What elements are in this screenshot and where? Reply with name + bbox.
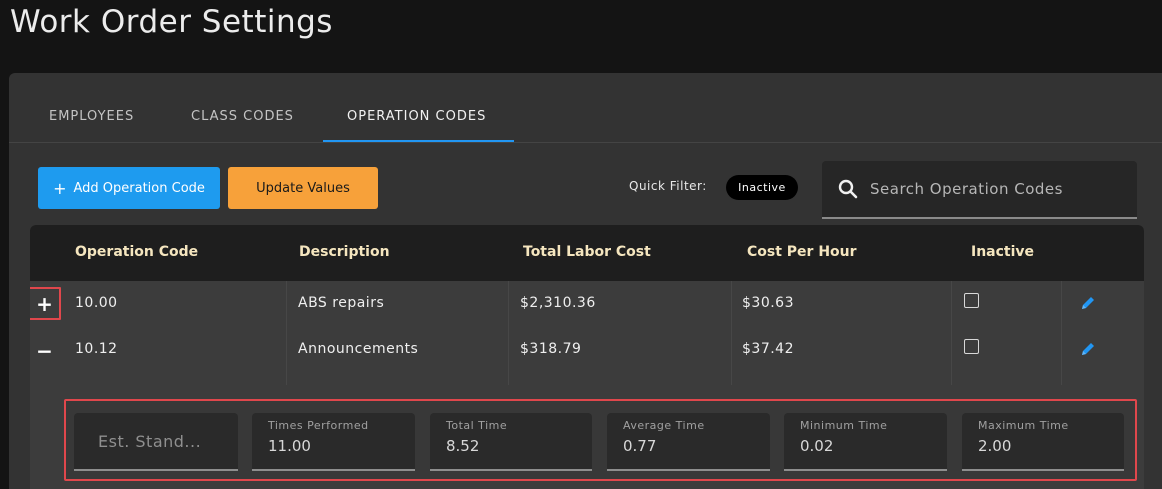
column-header-description[interactable]: Description: [299, 244, 390, 260]
settings-panel: EMPLOYEES CLASS CODES OPERATION CODES + …: [9, 73, 1162, 489]
description-cell: Announcements: [298, 341, 419, 357]
quick-filter-inactive-chip[interactable]: Inactive: [726, 175, 798, 200]
field-label: Minimum Time: [800, 419, 888, 432]
minimum-time-field: Minimum Time 0.02: [784, 413, 947, 471]
table-row[interactable]: + 10.00 ABS repairs $2,310.36 $30.63: [30, 281, 1144, 327]
tab-employees[interactable]: EMPLOYEES: [49, 109, 134, 124]
field-label: Maximum Time: [978, 419, 1069, 432]
inactive-checkbox[interactable]: [964, 339, 979, 354]
total-time-field: Total Time 8.52: [430, 413, 592, 471]
table-header: Operation Code Description Total Labor C…: [30, 225, 1144, 281]
expanded-row-details: Est. Stand... Times Performed 11.00 Tota…: [64, 399, 1137, 481]
column-header-inactive[interactable]: Inactive: [971, 244, 1034, 260]
total-labor-cost-cell: $318.79: [520, 341, 582, 357]
column-header-total-labor-cost[interactable]: Total Labor Cost: [523, 244, 651, 260]
active-tab-indicator: [323, 140, 514, 142]
est-standard-placeholder: Est. Stand...: [98, 432, 202, 451]
field-value: 0.77: [623, 437, 657, 455]
add-operation-code-label: Add Operation Code: [73, 180, 205, 196]
collapse-row-button[interactable]: −: [30, 334, 61, 367]
page-title: Work Order Settings: [10, 4, 333, 40]
column-header-cost-per-hour[interactable]: Cost Per Hour: [747, 244, 857, 260]
description-cell: ABS repairs: [298, 295, 385, 311]
operation-code-cell: 10.12: [75, 341, 118, 357]
cost-per-hour-cell: $30.63: [742, 295, 794, 311]
add-operation-code-button[interactable]: + Add Operation Code: [38, 167, 220, 209]
total-labor-cost-cell: $2,310.36: [520, 295, 596, 311]
plus-icon: +: [53, 178, 67, 198]
field-label: Times Performed: [268, 419, 369, 432]
operation-code-cell: 10.00: [75, 295, 118, 311]
column-header-operation-code[interactable]: Operation Code: [75, 244, 198, 260]
average-time-field: Average Time 0.77: [607, 413, 770, 471]
table-row[interactable]: − 10.12 Announcements $318.79 $37.42: [30, 327, 1144, 373]
search-input[interactable]: [870, 180, 1110, 198]
tab-operation-codes[interactable]: OPERATION CODES: [347, 109, 486, 124]
tab-class-codes[interactable]: CLASS CODES: [191, 109, 294, 124]
update-values-button[interactable]: Update Values: [228, 167, 378, 209]
times-performed-field: Times Performed 11.00: [252, 413, 415, 471]
edit-icon[interactable]: [1080, 341, 1096, 357]
field-label: Average Time: [623, 419, 705, 432]
field-label: Total Time: [446, 419, 508, 432]
est-standard-field[interactable]: Est. Stand...: [74, 413, 238, 471]
field-value: 11.00: [268, 437, 311, 455]
field-value: 8.52: [446, 437, 480, 455]
search-field[interactable]: [822, 161, 1137, 219]
quick-filter-label: Quick Filter:: [629, 179, 707, 193]
field-value: 0.02: [800, 437, 834, 455]
maximum-time-field: Maximum Time 2.00: [962, 413, 1124, 471]
inactive-checkbox[interactable]: [964, 293, 979, 308]
tab-bar: EMPLOYEES CLASS CODES OPERATION CODES: [9, 73, 1162, 143]
cost-per-hour-cell: $37.42: [742, 341, 794, 357]
expand-row-button[interactable]: +: [30, 287, 61, 320]
edit-icon[interactable]: [1080, 295, 1096, 311]
field-value: 2.00: [978, 437, 1012, 455]
search-icon: [838, 179, 858, 199]
